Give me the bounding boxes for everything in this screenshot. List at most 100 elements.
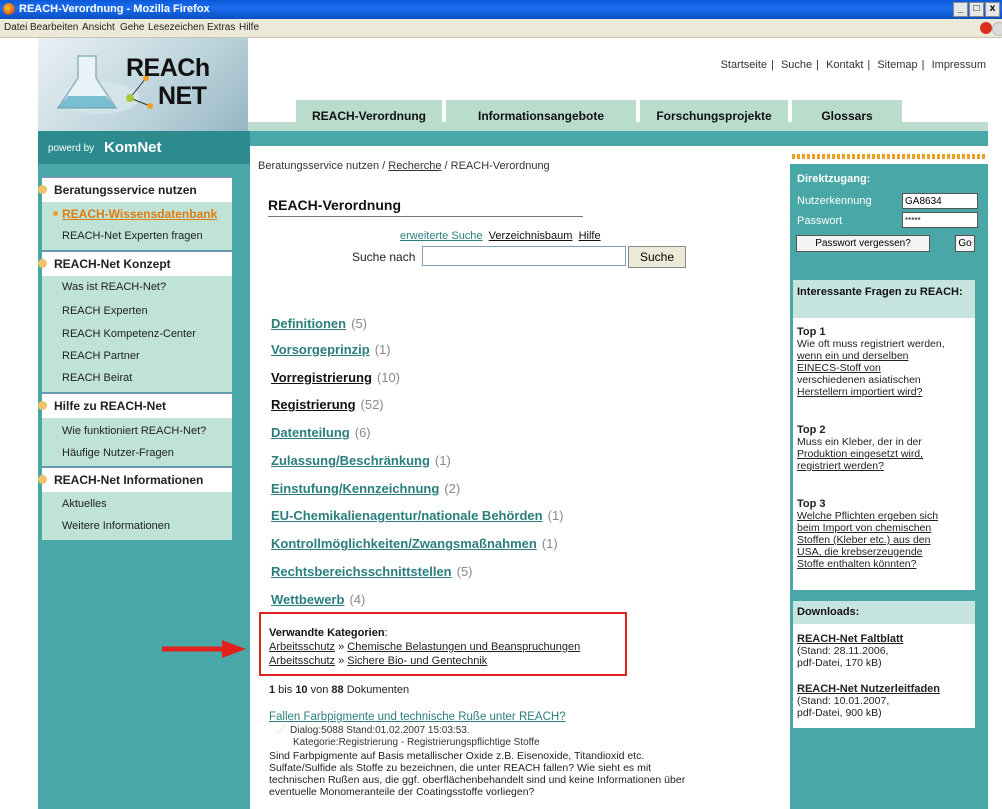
page-title: REACH-Verordnung xyxy=(268,197,401,213)
tab-glossars[interactable]: Glossars xyxy=(792,100,902,131)
link-hilfe[interactable]: Hilfe xyxy=(579,230,601,242)
link-verzeichnisbaum[interactable]: Verzeichnisbaum xyxy=(489,230,573,242)
category-name[interactable]: Rechtsbereichsschnittstellen xyxy=(271,564,452,579)
faq-link[interactable]: wenn ein und derselben xyxy=(797,350,975,362)
tab-reach-verordnung[interactable]: REACH-Verordnung xyxy=(296,100,442,131)
tab-informationsangebote[interactable]: Informationsangebote xyxy=(446,100,636,131)
faq-link[interactable]: beim Import von chemischen xyxy=(797,522,975,534)
link-sitemap[interactable]: Sitemap xyxy=(877,59,917,71)
stop-icon[interactable] xyxy=(980,22,992,34)
link-suche[interactable]: Suche xyxy=(781,59,812,71)
password-input[interactable] xyxy=(902,212,978,228)
breadcrumb-current: / REACH-Verordnung xyxy=(444,160,550,172)
category-name[interactable]: Registrierung xyxy=(271,397,356,412)
window-titlebar: REACH-Verordnung - Mozilla Firefox _ □ x xyxy=(0,0,1002,19)
category-name[interactable]: Datenteilung xyxy=(271,425,350,440)
category-link[interactable]: Zulassung/Beschränkung (1) xyxy=(271,453,451,468)
category-link[interactable]: EU-Chemikalienagentur/nationale Behörden… xyxy=(271,508,564,523)
nav-item-beirat[interactable]: REACH Beirat xyxy=(62,372,132,384)
download-meta: pdf-Datei, 170 kB) xyxy=(797,657,882,669)
result-meta: Dialog:5088 Stand:01.02.2007 15:03:53. xyxy=(290,725,470,736)
nav-section-beratungsservice[interactable]: Beratungsservice nutzen xyxy=(38,177,232,203)
faq-title: Interessante Fragen zu REACH: xyxy=(793,280,975,318)
category-link[interactable]: Vorsorgeprinzip (1) xyxy=(271,342,391,357)
menu-datei[interactable]: Datei xyxy=(4,22,27,33)
search-input[interactable] xyxy=(422,246,626,266)
category-link[interactable]: Wettbewerb (4) xyxy=(271,592,365,607)
minimize-button[interactable]: _ xyxy=(953,2,968,17)
nav-item-partner[interactable]: REACH Partner xyxy=(62,350,140,362)
category-link[interactable]: Definitionen (5) xyxy=(271,316,367,331)
tab-forschungsprojekte[interactable]: Forschungsprojekte xyxy=(640,100,788,131)
faq-link[interactable]: Produktion eingesetzt wird, xyxy=(797,448,975,460)
menu-gehe[interactable]: Gehe xyxy=(120,22,144,33)
link-startseite[interactable]: Startseite xyxy=(721,59,767,71)
nav-item-haeufige-fragen[interactable]: Häufige Nutzer-Fragen xyxy=(62,447,174,459)
category-name[interactable]: Definitionen xyxy=(271,316,346,331)
faq-link[interactable]: Herstellern importiert wird? xyxy=(797,386,975,398)
related-link[interactable]: Arbeitsschutz xyxy=(269,655,335,667)
category-name[interactable]: EU-Chemikalienagentur/nationale Behörden xyxy=(271,508,543,523)
nav-item-experten[interactable]: REACH Experten xyxy=(62,305,148,317)
related-link[interactable]: Arbeitsschutz xyxy=(269,641,335,653)
nav-item-wissensdatenbank[interactable]: REACH-Wissensdatenbank xyxy=(62,207,217,221)
faq-link[interactable]: Welche Pflichten ergeben sich xyxy=(797,510,975,522)
right-top-strip xyxy=(790,146,988,164)
category-name[interactable]: Einstufung/Kennzeichnung xyxy=(271,481,439,496)
powered-brand[interactable]: KomNet xyxy=(104,139,162,156)
category-link[interactable]: Vorregistrierung (10) xyxy=(271,370,400,385)
category-name[interactable]: Zulassung/Beschränkung xyxy=(271,453,430,468)
user-input[interactable] xyxy=(902,193,978,209)
menu-ansicht[interactable]: Ansicht xyxy=(82,22,115,33)
go-button[interactable]: Go xyxy=(955,235,975,252)
breadcrumb-recherche[interactable]: Recherche xyxy=(388,160,441,172)
faq-top-label: Top 1 xyxy=(797,326,826,338)
category-link[interactable]: Registrierung (52) xyxy=(271,397,384,412)
menu-hilfe[interactable]: Hilfe xyxy=(239,22,259,33)
category-name[interactable]: Kontrollmöglichkeiten/Zwangsmaßnahmen xyxy=(271,536,537,551)
link-impressum[interactable]: Impressum xyxy=(932,59,986,71)
category-count: (52) xyxy=(360,397,384,412)
related-link[interactable]: Chemische Belastungen und Beanspruchunge… xyxy=(347,641,580,653)
faq-link[interactable]: EINECS-Stoff von xyxy=(797,362,975,374)
nav-item-kompetenz[interactable]: REACH Kompetenz-Center xyxy=(62,328,196,340)
faq-link[interactable]: Stoffe enthalten könnten? xyxy=(797,558,975,570)
faq-link[interactable]: Stoffen (Kleber etc.) aus den xyxy=(797,534,975,546)
download-link[interactable]: REACH-Net Nutzerleitfaden xyxy=(797,683,975,695)
nav-item-was-ist[interactable]: Was ist REACH-Net? xyxy=(62,281,166,293)
category-link[interactable]: Datenteilung (6) xyxy=(271,425,371,440)
menu-extras[interactable]: Extras xyxy=(207,22,235,33)
related-link[interactable]: Sichere Bio- und Gentechnik xyxy=(347,655,487,667)
search-button[interactable]: Suche xyxy=(628,246,686,268)
category-name[interactable]: Vorsorgeprinzip xyxy=(271,342,370,357)
link-kontakt[interactable]: Kontakt xyxy=(826,59,863,71)
site-logo[interactable]: REACh NET xyxy=(38,38,248,131)
category-name[interactable]: Wettbewerb xyxy=(271,592,344,607)
download-link[interactable]: REACH-Net Faltblatt xyxy=(797,633,975,645)
nav-section-hilfe[interactable]: Hilfe zu REACH-Net xyxy=(38,393,232,419)
forgot-password-button[interactable]: Passwort vergessen? xyxy=(796,235,930,252)
nav-section-label: REACH-Net Informationen xyxy=(54,473,204,487)
category-link[interactable]: Einstufung/Kennzeichnung (2) xyxy=(271,481,460,496)
nav-item-aktuelles[interactable]: Aktuelles xyxy=(62,498,107,510)
nav-item-wie-funktioniert[interactable]: Wie funktioniert REACH-Net? xyxy=(62,425,206,437)
category-link[interactable]: Rechtsbereichsschnittstellen (5) xyxy=(271,564,473,579)
faq-link[interactable]: registriert werden? xyxy=(797,460,975,472)
maximize-button[interactable]: □ xyxy=(969,2,984,17)
nav-section-konzept[interactable]: REACH-Net Konzept xyxy=(38,251,232,277)
nav-item-experten-fragen[interactable]: REACH-Net Experten fragen xyxy=(62,230,203,242)
menu-bearbeiten[interactable]: Bearbeiten xyxy=(30,22,78,33)
download-meta: pdf-Datei, 900 kB) xyxy=(797,707,882,719)
faq-top-label: Top 2 xyxy=(797,424,826,436)
nav-item-weitere[interactable]: Weitere Informationen xyxy=(62,520,170,532)
menu-lesezeichen[interactable]: Lesezeichen xyxy=(148,22,204,33)
nav-section-informationen[interactable]: REACH-Net Informationen xyxy=(38,467,232,493)
category-link[interactable]: Kontrollmöglichkeiten/Zwangsmaßnahmen (1) xyxy=(271,536,558,551)
breadcrumb-part[interactable]: Beratungsservice nutzen / xyxy=(258,160,385,172)
link-erweiterte-suche[interactable]: erweiterte Suche xyxy=(400,230,483,242)
close-button[interactable]: x xyxy=(985,2,1000,17)
category-name[interactable]: Vorregistrierung xyxy=(271,370,372,385)
faq-link[interactable]: USA, die krebserzeugende xyxy=(797,546,975,558)
dotted-accent xyxy=(792,154,986,159)
result-title-link[interactable]: Fallen Farbpigmente und technische Ruße … xyxy=(269,711,566,723)
